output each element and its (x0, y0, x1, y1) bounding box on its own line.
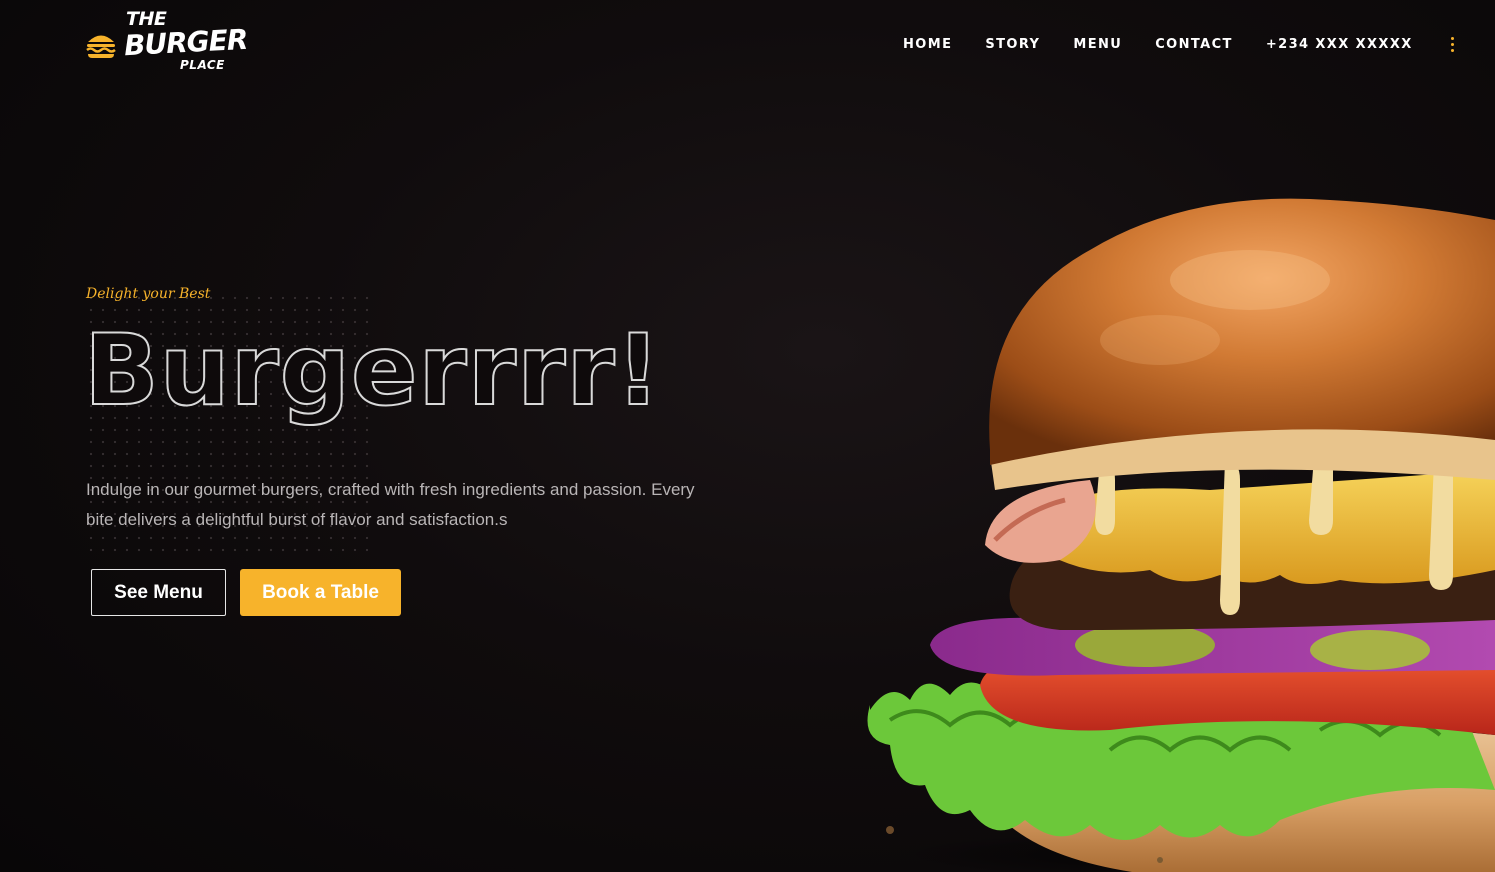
nav-home[interactable]: HOME (903, 37, 952, 52)
hero-headline: Burgerrrr! (83, 314, 662, 428)
nav-menu[interactable]: MENU (1073, 37, 1122, 52)
burger-photo (867, 198, 1495, 872)
nav-phone[interactable]: +234 XXX XXXXX (1266, 37, 1413, 52)
nav-contact[interactable]: CONTACT (1155, 37, 1233, 52)
hero-page: THE BURGER PLACE HOME STORY MENU CONTACT… (0, 0, 1495, 872)
hero-tagline: Delight your Best (86, 286, 211, 302)
burger-logo-icon (86, 35, 116, 58)
hero-description: Indulge in our gourmet burgers, crafted … (86, 480, 695, 529)
logo-word-burger: BURGER (123, 22, 249, 63)
nav-story[interactable]: STORY (985, 37, 1040, 52)
logo-word-place: PLACE (180, 58, 225, 72)
main-nav: HOME STORY MENU CONTACT +234 XXX XXXXX (903, 35, 1456, 54)
brand-logo[interactable]: THE BURGER PLACE (86, 8, 248, 74)
kebab-menu-icon[interactable] (1449, 35, 1456, 54)
see-menu-button[interactable]: See Menu (91, 569, 226, 616)
book-table-button[interactable]: Book a Table (240, 569, 401, 616)
